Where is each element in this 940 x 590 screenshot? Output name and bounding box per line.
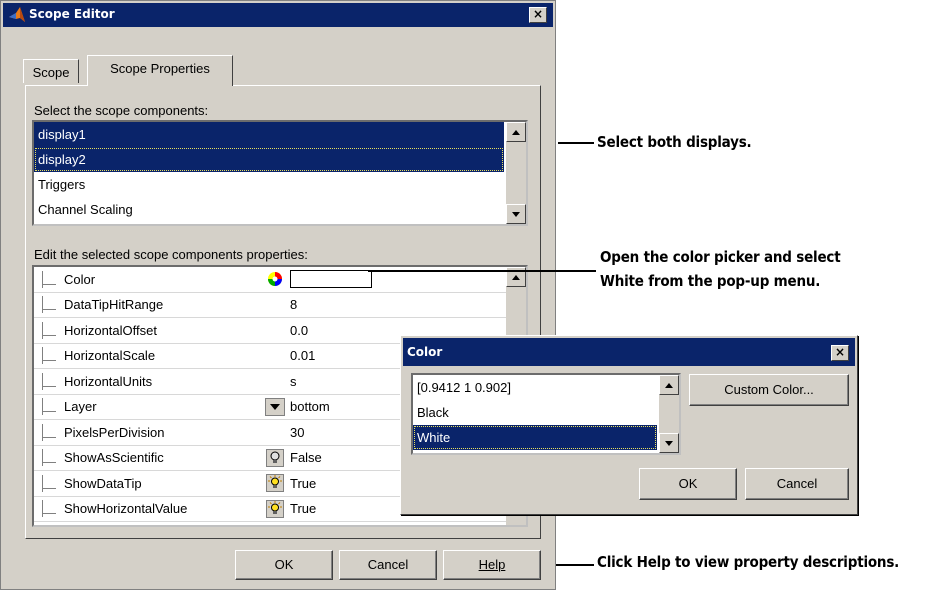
tab-scope-label: Scope	[32, 65, 70, 80]
property-name: ShowDataTip	[34, 474, 260, 492]
color-ok-button[interactable]: OK	[639, 468, 737, 500]
color-list-scrollbar[interactable]	[659, 375, 679, 453]
components-label: Select the scope components:	[34, 103, 209, 118]
tree-branch	[42, 436, 56, 438]
close-icon: ×	[834, 345, 846, 359]
property-value[interactable]	[260, 269, 508, 289]
annotation-line-select	[558, 142, 594, 144]
arrow-up-icon	[665, 383, 673, 388]
color-wheel-icon[interactable]	[264, 269, 286, 289]
tree-line	[42, 270, 43, 288]
cancel-button[interactable]: Cancel	[339, 550, 437, 580]
tree-branch	[42, 283, 56, 285]
matlab-logo-icon	[9, 7, 25, 22]
annotation-help-note: Click Help to view property descriptions…	[597, 553, 900, 571]
title-bar[interactable]: Scope Editor ×	[3, 3, 553, 27]
tab-scope-properties-label: Scope Properties	[110, 61, 210, 76]
property-name: HorizontalScale	[34, 347, 260, 365]
property-name: PixelsPerDivision	[34, 423, 260, 441]
tree-line	[42, 347, 43, 365]
color-dialog-title: Color	[407, 345, 443, 359]
scroll-down-button[interactable]	[506, 204, 526, 224]
property-name: Color	[34, 270, 260, 288]
tree-branch	[42, 411, 56, 413]
property-name: ShowAsScientific	[34, 449, 260, 467]
tree-branch	[42, 309, 56, 311]
tree-line	[42, 296, 43, 314]
tab-scope[interactable]: Scope	[23, 59, 79, 83]
arrow-down-icon	[665, 441, 673, 446]
annotation-color-picker-line2: White from the pop-up menu.	[600, 272, 821, 290]
lightbulb-on-icon[interactable]	[264, 473, 286, 493]
tree-line	[42, 449, 43, 467]
scroll-down-button[interactable]	[659, 433, 679, 453]
lightbulb-off-icon[interactable]	[264, 448, 286, 468]
components-list[interactable]: display1 display2 Triggers Channel Scali…	[32, 120, 528, 226]
property-value[interactable]: 8	[260, 297, 508, 312]
list-item[interactable]: display1	[34, 122, 504, 147]
properties-label: Edit the selected scope components prope…	[34, 247, 308, 262]
annotation-color-picker-line1: Open the color picker and select	[600, 248, 841, 266]
components-scrollbar[interactable]	[506, 122, 526, 224]
lightbulb-on-icon[interactable]	[264, 499, 286, 519]
list-item[interactable]: display2	[34, 147, 504, 172]
tree-line	[42, 321, 43, 339]
scroll-up-button[interactable]	[506, 122, 526, 142]
tree-line	[42, 398, 43, 416]
property-row[interactable]: DataTipHitRange 8	[34, 293, 508, 318]
tree-branch	[42, 513, 56, 515]
color-dialog-title-bar[interactable]: Color ×	[403, 338, 855, 366]
property-name: HorizontalOffset	[34, 321, 260, 339]
color-dialog-close-button[interactable]: ×	[831, 345, 849, 361]
tree-branch	[42, 360, 56, 362]
tree-branch	[42, 385, 56, 387]
property-name: DataTipHitRange	[34, 296, 260, 314]
dropdown-arrow-icon[interactable]	[264, 397, 286, 417]
tree-line	[42, 423, 43, 441]
property-name: ShowHorizontalValue	[34, 500, 260, 518]
annotation-line-color	[368, 270, 596, 272]
list-item[interactable]: [0.9412 1 0.902]	[413, 375, 657, 400]
arrow-down-icon	[512, 212, 520, 217]
tree-line	[42, 500, 43, 518]
list-item[interactable]: Black	[413, 400, 657, 425]
list-item[interactable]: Triggers	[34, 172, 526, 197]
arrow-up-icon	[512, 130, 520, 135]
tree-branch	[42, 462, 56, 464]
color-swatch[interactable]	[290, 270, 372, 289]
tree-line	[42, 474, 43, 492]
annotation-line-help	[556, 564, 594, 566]
help-button[interactable]: Help	[443, 550, 541, 580]
color-dialog: Color × [0.9412 1 0.902] Black White Cus…	[400, 335, 858, 515]
tree-branch	[42, 334, 56, 336]
close-button[interactable]: ×	[529, 7, 547, 23]
color-cancel-button[interactable]: Cancel	[745, 468, 849, 500]
window-title: Scope Editor	[29, 7, 115, 21]
tab-scope-properties[interactable]: Scope Properties	[87, 55, 233, 86]
tree-branch	[42, 487, 56, 489]
list-item[interactable]: Channel Scaling	[34, 197, 526, 222]
tree-line	[42, 372, 43, 390]
property-name: HorizontalUnits	[34, 372, 260, 390]
annotation-select-displays: Select both displays.	[597, 133, 752, 151]
close-icon: ×	[532, 7, 544, 21]
color-options-list[interactable]: [0.9412 1 0.902] Black White	[411, 373, 681, 455]
ok-button[interactable]: OK	[235, 550, 333, 580]
property-name: Layer	[34, 398, 260, 416]
custom-color-button[interactable]: Custom Color...	[689, 374, 849, 406]
list-item[interactable]: White	[413, 425, 657, 450]
scroll-up-button[interactable]	[659, 375, 679, 395]
